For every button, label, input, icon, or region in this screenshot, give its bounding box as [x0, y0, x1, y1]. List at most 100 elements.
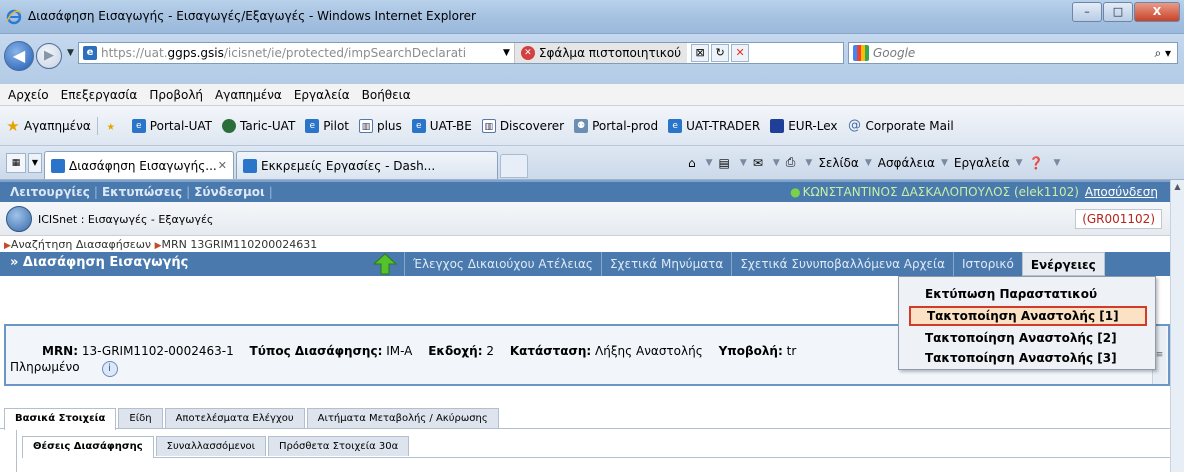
favorite-pilot[interactable]: e Pilot	[305, 118, 349, 133]
favorite-portal-uat[interactable]: e Portal-UAT	[131, 118, 212, 133]
separator: |	[268, 185, 273, 199]
logout-link[interactable]: Αποσύνδεση	[1085, 185, 1158, 199]
separator: |	[93, 185, 98, 199]
quick-tabs-icon[interactable]: ▦	[6, 153, 26, 173]
up-arrow-icon[interactable]	[372, 253, 398, 275]
stop-icon[interactable]: ✕	[731, 44, 750, 62]
help-icon[interactable]: ❓	[1029, 156, 1044, 170]
tab-traders[interactable]: Συναλλασσόμενοι	[155, 436, 267, 456]
print-document-item[interactable]: Εκτύπωση Παραστατικού	[909, 284, 1147, 304]
minimize-button[interactable]: –	[1072, 2, 1102, 22]
maximize-button[interactable]: □	[1103, 2, 1133, 22]
forward-button[interactable]: ▶	[36, 43, 62, 69]
search-icon[interactable]: ⌕ ▾	[1154, 46, 1171, 61]
feeds-dropdown-icon[interactable]: ▼	[740, 158, 747, 168]
favorite-uat-be[interactable]: e UAT-BE	[411, 118, 472, 133]
info-icon[interactable]: i	[101, 361, 118, 377]
tab-label: Εκκρεμείς Εργασίες - Dash...	[261, 158, 436, 173]
favorites-bar: ★ Αγαπημένα ⭑ e Portal-UAT Taric-UAT e Pil…	[0, 106, 1184, 146]
tab-amendment-requests[interactable]: Αιτήματα Μεταβολής / Ακύρωσης	[306, 408, 499, 428]
favorites-button[interactable]: ★ Αγαπημένα	[6, 116, 91, 135]
breadcrumb-search-declarations[interactable]: Αναζήτηση Διασαφήσεων	[11, 238, 151, 251]
mrn-label: MRN:	[42, 344, 79, 358]
globe-icon	[222, 118, 236, 133]
tab-basic-info[interactable]: Βασικά Στοιχεία	[4, 408, 117, 430]
tab-exemption-check[interactable]: Έλεγχος Δικαιούχου Ατέλειας	[404, 252, 601, 276]
type-label: Τύπος Διασάφησης:	[249, 344, 383, 358]
menu-tools[interactable]: Εργαλεία	[294, 88, 350, 102]
home-icon[interactable]: ⌂	[688, 156, 696, 170]
favorite-taric-uat[interactable]: Taric-UAT	[222, 118, 295, 133]
mail-icon[interactable]: ✉	[753, 156, 763, 170]
actions-menu-button[interactable]: Ενέργειες	[1021, 252, 1105, 276]
page-scrollbar[interactable]: ▲	[1170, 180, 1184, 472]
menu-view[interactable]: Προβολή	[149, 88, 203, 102]
tab-additional-info-30a[interactable]: Πρόσθετα Στοιχεία 30α	[268, 436, 410, 456]
office-code-badge: (GR001102)	[1075, 209, 1162, 229]
tab-history[interactable]: Ιστορικό	[953, 252, 1022, 276]
scroll-up-icon[interactable]: ▲	[1171, 180, 1184, 194]
url-text[interactable]: https://uat.ggps.gsis/icisnet/ie/protect…	[101, 46, 501, 60]
safety-dropdown-icon[interactable]: ▼	[941, 158, 948, 168]
new-tab-button[interactable]	[500, 154, 528, 178]
favorite-discoverer[interactable]: ▥ Discoverer	[481, 118, 564, 133]
search-input[interactable]: Google	[873, 46, 1154, 60]
menu-help[interactable]: Βοήθεια	[362, 88, 411, 102]
breadcrumb: ▶Αναζήτηση Διασαφήσεων ▶MRN 13GRIM110200…	[4, 238, 317, 251]
close-tab-icon[interactable]: ✕	[218, 159, 227, 172]
menu-file[interactable]: Αρχείο	[8, 88, 49, 102]
feeds-icon[interactable]: ▤	[719, 156, 730, 170]
help-dropdown-icon[interactable]: ▼	[1054, 158, 1061, 168]
search-box[interactable]: Google ⌕ ▾	[848, 42, 1178, 64]
nav-functions[interactable]: Λειτουργίες	[10, 185, 90, 199]
nav-links[interactable]: Σύνδεσμοι	[194, 185, 265, 199]
settle-suspension-1-item[interactable]: Τακτοποίηση Αναστολής [1]	[909, 306, 1147, 326]
tools-dropdown-icon[interactable]: ▼	[1016, 158, 1023, 168]
settle-suspension-2-item[interactable]: Τακτοποίηση Αναστολής [2]	[909, 328, 1147, 348]
refresh-icon[interactable]: ↻	[711, 44, 730, 62]
settle-suspension-3-item[interactable]: Τακτοποίηση Αναστολής [3]	[909, 348, 1147, 368]
menu-favorites[interactable]: Αγαπημένα	[215, 88, 282, 102]
print-icon[interactable]: ⎙	[786, 155, 796, 170]
mail-dropdown-icon[interactable]: ▼	[773, 158, 780, 168]
tab-list-dropdown-icon[interactable]: ▼	[28, 153, 42, 173]
payment-line: Πληρωμένο i	[10, 360, 118, 377]
tab-related-files[interactable]: Σχετικά Συνυποβαλλόμενα Αρχεία	[731, 252, 953, 276]
address-bar[interactable]: e https://uat.ggps.gsis/icisnet/ie/prote…	[78, 42, 844, 64]
ie-page-icon: e	[305, 118, 320, 133]
favorite-uat-trader[interactable]: e UAT-TRADER	[668, 118, 760, 133]
tab-pending-tasks[interactable]: Εκκρεμείς Εργασίες - Dash...	[236, 151, 498, 179]
favorite-corporate-mail[interactable]: @ Corporate Mail	[848, 117, 954, 133]
add-favorite-button[interactable]: ⭑	[104, 118, 122, 133]
back-button[interactable]: ◀	[4, 41, 34, 71]
close-window-button[interactable]: X	[1134, 2, 1180, 22]
app-name: ICISnet : Εισαγωγές - Εξαγωγές	[38, 213, 214, 226]
address-dropdown-icon[interactable]: ▼	[503, 48, 510, 58]
tab-import-declaration[interactable]: Διασάφηση Εισαγωγής... ✕	[44, 151, 234, 179]
address-toolbar: ◀ ▶ ▼ e https://uat.ggps.gsis/icisnet/ie…	[0, 34, 1184, 84]
home-dropdown-icon[interactable]: ▼	[706, 158, 713, 168]
compatibility-icon[interactable]: ⊠	[691, 44, 710, 62]
tab-items[interactable]: Είδη	[118, 408, 163, 428]
tab-control-results[interactable]: Αποτελέσματα Ελέγχου	[164, 408, 305, 428]
nav-prints[interactable]: Εκτυπώσεις	[102, 185, 182, 199]
certificate-error-button[interactable]: ✕ Σφάλμα πιστοποιητικού	[513, 43, 688, 63]
page-dropdown-icon[interactable]: ▼	[865, 158, 872, 168]
menu-edit[interactable]: Επεξεργασία	[61, 88, 138, 102]
favorite-eur-lex[interactable]: EUR-Lex	[770, 118, 838, 133]
mail-icon: @	[848, 117, 861, 133]
ie-page-icon: e	[668, 118, 683, 133]
favorite-label: plus	[376, 118, 402, 133]
app-header: ICISnet : Εισαγωγές - Εξαγωγές (GR001102…	[0, 202, 1170, 236]
print-dropdown-icon[interactable]: ▼	[805, 158, 812, 168]
tab-declaration-positions[interactable]: Θέσεις Διασάφησης	[22, 436, 154, 458]
page-menu[interactable]: Σελίδα	[818, 156, 858, 170]
web-page: Λειτουργίες | Εκτυπώσεις | Σύνδεσμοι | ● ΚΩΝΣΤ…	[0, 180, 1170, 472]
tab-related-messages[interactable]: Σχετικά Μηνύματα	[600, 252, 731, 276]
star-icon: ★	[6, 116, 20, 135]
tools-menu[interactable]: Εργαλεία	[954, 156, 1010, 170]
safety-menu[interactable]: Ασφάλεια	[878, 156, 935, 170]
favorite-portal-prod[interactable]: ⚉ Portal-prod	[574, 118, 658, 133]
favorite-plus[interactable]: ▥ plus	[358, 118, 402, 133]
history-dropdown-icon[interactable]: ▼	[67, 48, 74, 58]
